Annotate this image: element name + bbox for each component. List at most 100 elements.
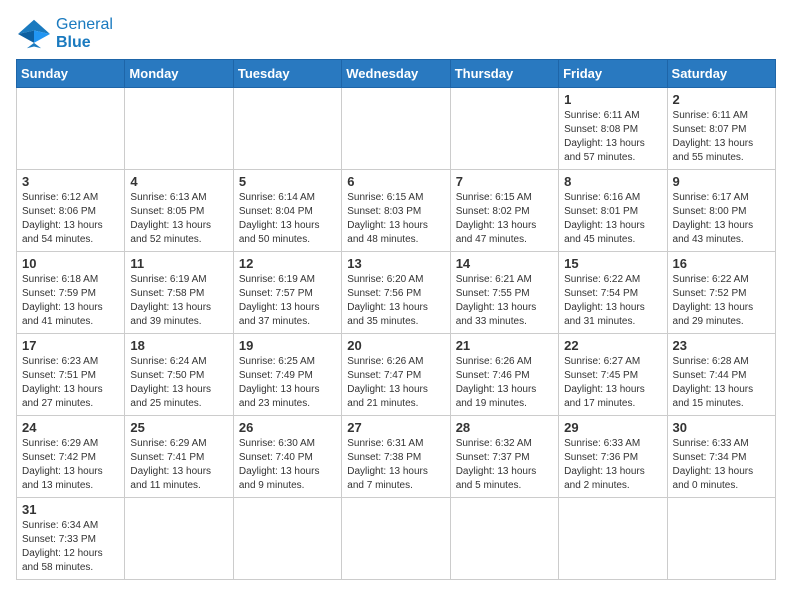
- logo-text: General Blue: [56, 16, 113, 51]
- weekday-header-sunday: Sunday: [17, 60, 125, 88]
- day-number: 23: [673, 338, 770, 353]
- calendar-cell: 22 Sunrise: 6:27 AM Sunset: 7:45 PM Dayli…: [559, 334, 667, 416]
- day-info: Sunrise: 6:15 AM Sunset: 8:02 PM Dayligh…: [456, 191, 553, 247]
- day-number: 5: [239, 174, 336, 189]
- day-info: Sunrise: 6:33 AM Sunset: 7:34 PM Dayligh…: [673, 437, 770, 493]
- calendar-cell: 27Sunrise: 6:31 AM Sunset: 7:38 PM Dayli…: [342, 416, 450, 498]
- calendar-cell: 2 Sunrise: 6:11 AM Sunset: 8:07 PM Daylig…: [667, 88, 775, 170]
- day-number: 10: [22, 256, 119, 271]
- calendar-cell: 10 Sunrise: 6:18 AM Sunset: 7:59 PM Dayli…: [17, 252, 125, 334]
- weekday-header-row: SundayMondayTuesdayWednesdayThursdayFrid…: [17, 60, 776, 88]
- day-number: 2: [673, 92, 770, 107]
- day-info: Sunrise: 6:32 AM Sunset: 7:37 PM Dayligh…: [456, 437, 553, 493]
- calendar-cell: 9 Sunrise: 6:17 AM Sunset: 8:00 PM Daylig…: [667, 170, 775, 252]
- calendar-cell: [125, 498, 233, 580]
- calendar-cell: [17, 88, 125, 170]
- day-info: Sunrise: 6:24 AM Sunset: 7:50 PM Dayligh…: [130, 355, 227, 411]
- day-info: Sunrise: 6:12 AM Sunset: 8:06 PM Dayligh…: [22, 191, 119, 247]
- day-number: 21: [456, 338, 553, 353]
- calendar-cell: 5 Sunrise: 6:14 AM Sunset: 8:04 PM Daylig…: [233, 170, 341, 252]
- calendar-week-row: 3 Sunrise: 6:12 AM Sunset: 8:06 PM Daylig…: [17, 170, 776, 252]
- day-info: Sunrise: 6:27 AM Sunset: 7:45 PM Dayligh…: [564, 355, 661, 411]
- calendar-table: SundayMondayTuesdayWednesdayThursdayFrid…: [16, 59, 776, 580]
- calendar-week-row: 17 Sunrise: 6:23 AM Sunset: 7:51 PM Dayli…: [17, 334, 776, 416]
- calendar-cell: 6Sunrise: 6:15 AM Sunset: 8:03 PM Daylig…: [342, 170, 450, 252]
- day-number: 4: [130, 174, 227, 189]
- day-number: 11: [130, 256, 227, 271]
- day-info: Sunrise: 6:26 AM Sunset: 7:47 PM Dayligh…: [347, 355, 444, 411]
- day-number: 13: [347, 256, 444, 271]
- day-info: Sunrise: 6:13 AM Sunset: 8:05 PM Dayligh…: [130, 191, 227, 247]
- day-info: Sunrise: 6:33 AM Sunset: 7:36 PM Dayligh…: [564, 437, 661, 493]
- day-number: 8: [564, 174, 661, 189]
- day-info: Sunrise: 6:34 AM Sunset: 7:33 PM Dayligh…: [22, 519, 119, 575]
- day-info: Sunrise: 6:21 AM Sunset: 7:55 PM Dayligh…: [456, 273, 553, 329]
- day-number: 9: [673, 174, 770, 189]
- calendar-cell: [233, 88, 341, 170]
- day-info: Sunrise: 6:16 AM Sunset: 8:01 PM Dayligh…: [564, 191, 661, 247]
- day-info: Sunrise: 6:31 AM Sunset: 7:38 PM Dayligh…: [347, 437, 444, 493]
- day-number: 31: [22, 502, 119, 517]
- day-info: Sunrise: 6:17 AM Sunset: 8:00 PM Dayligh…: [673, 191, 770, 247]
- calendar-cell: 31 Sunrise: 6:34 AM Sunset: 7:33 PM Dayli…: [17, 498, 125, 580]
- day-info: Sunrise: 6:11 AM Sunset: 8:07 PM Dayligh…: [673, 109, 770, 165]
- day-number: 15: [564, 256, 661, 271]
- day-info: Sunrise: 6:29 AM Sunset: 7:41 PM Dayligh…: [130, 437, 227, 493]
- calendar-cell: 29Sunrise: 6:33 AM Sunset: 7:36 PM Dayli…: [559, 416, 667, 498]
- day-number: 12: [239, 256, 336, 271]
- day-number: 6: [347, 174, 444, 189]
- day-number: 18: [130, 338, 227, 353]
- day-number: 20: [347, 338, 444, 353]
- calendar-cell: [450, 88, 558, 170]
- day-info: Sunrise: 6:18 AM Sunset: 7:59 PM Dayligh…: [22, 273, 119, 329]
- calendar-cell: 17 Sunrise: 6:23 AM Sunset: 7:51 PM Dayli…: [17, 334, 125, 416]
- calendar-cell: [233, 498, 341, 580]
- calendar-cell: 4 Sunrise: 6:13 AM Sunset: 8:05 PM Daylig…: [125, 170, 233, 252]
- day-number: 22: [564, 338, 661, 353]
- day-info: Sunrise: 6:29 AM Sunset: 7:42 PM Dayligh…: [22, 437, 119, 493]
- day-number: 17: [22, 338, 119, 353]
- day-number: 3: [22, 174, 119, 189]
- calendar-cell: 14 Sunrise: 6:21 AM Sunset: 7:55 PM Dayli…: [450, 252, 558, 334]
- calendar-week-row: 1 Sunrise: 6:11 AM Sunset: 8:08 PM Daylig…: [17, 88, 776, 170]
- calendar-week-row: 10 Sunrise: 6:18 AM Sunset: 7:59 PM Dayli…: [17, 252, 776, 334]
- day-info: Sunrise: 6:26 AM Sunset: 7:46 PM Dayligh…: [456, 355, 553, 411]
- day-number: 28: [456, 420, 553, 435]
- calendar-cell: [342, 88, 450, 170]
- calendar-cell: 28 Sunrise: 6:32 AM Sunset: 7:37 PM Dayli…: [450, 416, 558, 498]
- day-number: 14: [456, 256, 553, 271]
- calendar-cell: [450, 498, 558, 580]
- calendar-cell: 15Sunrise: 6:22 AM Sunset: 7:54 PM Dayli…: [559, 252, 667, 334]
- calendar-cell: [342, 498, 450, 580]
- calendar-cell: 11Sunrise: 6:19 AM Sunset: 7:58 PM Dayli…: [125, 252, 233, 334]
- calendar-cell: 1 Sunrise: 6:11 AM Sunset: 8:08 PM Daylig…: [559, 88, 667, 170]
- calendar-cell: 30Sunrise: 6:33 AM Sunset: 7:34 PM Dayli…: [667, 416, 775, 498]
- calendar-week-row: 24Sunrise: 6:29 AM Sunset: 7:42 PM Dayli…: [17, 416, 776, 498]
- calendar-cell: 23 Sunrise: 6:28 AM Sunset: 7:44 PM Dayli…: [667, 334, 775, 416]
- day-info: Sunrise: 6:30 AM Sunset: 7:40 PM Dayligh…: [239, 437, 336, 493]
- calendar-cell: 19Sunrise: 6:25 AM Sunset: 7:49 PM Dayli…: [233, 334, 341, 416]
- calendar-cell: 13Sunrise: 6:20 AM Sunset: 7:56 PM Dayli…: [342, 252, 450, 334]
- calendar-cell: 16 Sunrise: 6:22 AM Sunset: 7:52 PM Dayli…: [667, 252, 775, 334]
- day-number: 1: [564, 92, 661, 107]
- page-header: General Blue: [16, 16, 776, 51]
- calendar-cell: 24Sunrise: 6:29 AM Sunset: 7:42 PM Dayli…: [17, 416, 125, 498]
- day-info: Sunrise: 6:28 AM Sunset: 7:44 PM Dayligh…: [673, 355, 770, 411]
- calendar-cell: [667, 498, 775, 580]
- calendar-cell: 21 Sunrise: 6:26 AM Sunset: 7:46 PM Dayli…: [450, 334, 558, 416]
- day-info: Sunrise: 6:14 AM Sunset: 8:04 PM Dayligh…: [239, 191, 336, 247]
- day-info: Sunrise: 6:11 AM Sunset: 8:08 PM Dayligh…: [564, 109, 661, 165]
- day-number: 26: [239, 420, 336, 435]
- calendar-cell: 26 Sunrise: 6:30 AM Sunset: 7:40 PM Dayli…: [233, 416, 341, 498]
- day-number: 16: [673, 256, 770, 271]
- weekday-header-saturday: Saturday: [667, 60, 775, 88]
- day-number: 25: [130, 420, 227, 435]
- calendar-cell: 18 Sunrise: 6:24 AM Sunset: 7:50 PM Dayli…: [125, 334, 233, 416]
- day-info: Sunrise: 6:23 AM Sunset: 7:51 PM Dayligh…: [22, 355, 119, 411]
- calendar-cell: 8 Sunrise: 6:16 AM Sunset: 8:01 PM Daylig…: [559, 170, 667, 252]
- logo: General Blue: [16, 16, 113, 51]
- calendar-cell: 7 Sunrise: 6:15 AM Sunset: 8:02 PM Daylig…: [450, 170, 558, 252]
- calendar-cell: 25 Sunrise: 6:29 AM Sunset: 7:41 PM Dayli…: [125, 416, 233, 498]
- day-info: Sunrise: 6:22 AM Sunset: 7:52 PM Dayligh…: [673, 273, 770, 329]
- day-number: 7: [456, 174, 553, 189]
